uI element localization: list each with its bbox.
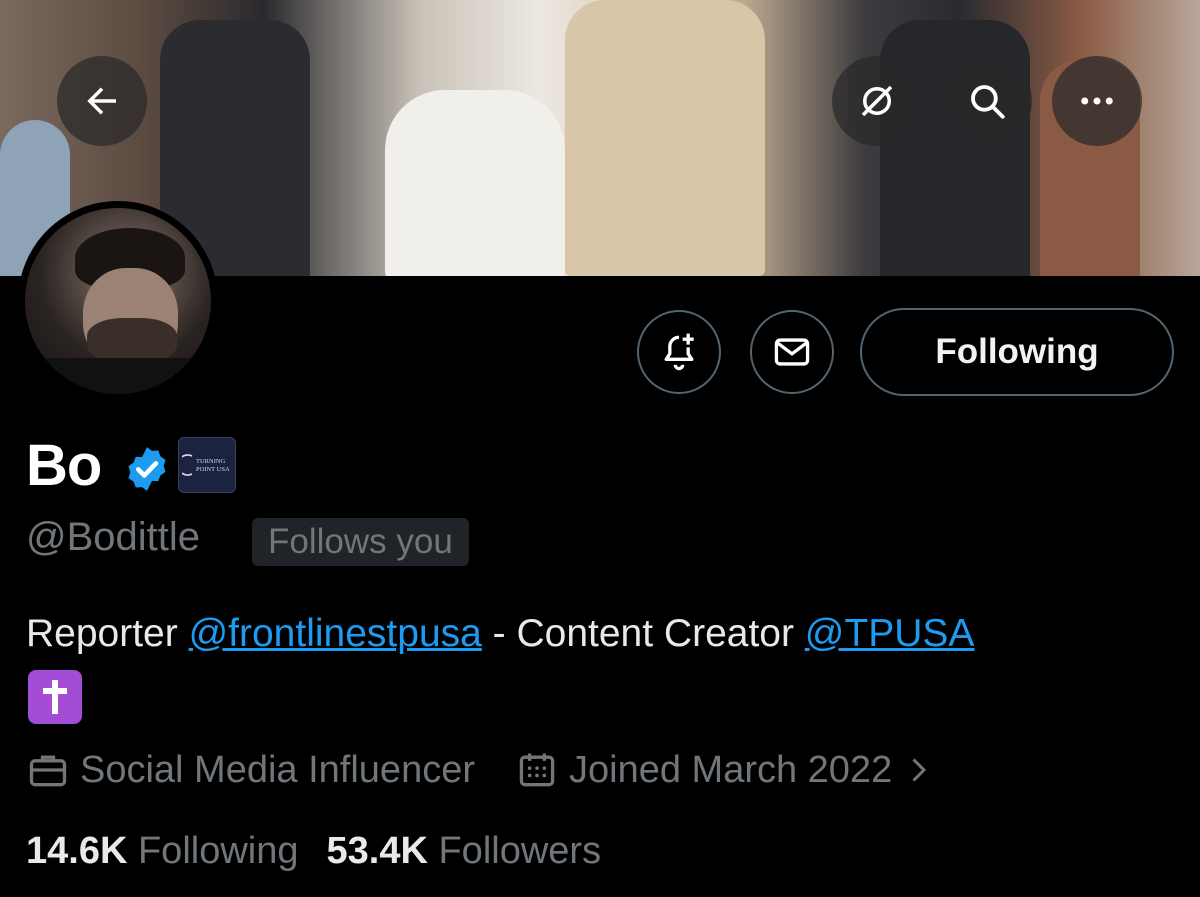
arrow-left-icon bbox=[87, 87, 116, 115]
category-item: Social Media Influencer bbox=[26, 748, 475, 792]
follow-stats: 14.6K Following 53.4K Followers bbox=[26, 830, 601, 873]
affiliation-badge[interactable]: TURNING POINT USA bbox=[178, 437, 236, 493]
following-count: 14.6K bbox=[26, 830, 128, 872]
verified-badge-icon[interactable] bbox=[122, 444, 172, 494]
more-button[interactable] bbox=[1052, 56, 1142, 146]
bio-link-frontlinestpusa[interactable]: @frontlinestpusa bbox=[189, 612, 482, 655]
avatar[interactable] bbox=[18, 201, 218, 401]
more-dots-icon bbox=[1081, 97, 1113, 105]
followers-label: Followers bbox=[438, 830, 602, 872]
calendar-icon bbox=[519, 753, 555, 787]
latin-cross-icon bbox=[43, 680, 67, 714]
bio-text: - Content Creator bbox=[481, 612, 805, 655]
grok-button[interactable] bbox=[832, 56, 922, 146]
svg-text:TURNING: TURNING bbox=[196, 458, 226, 465]
display-name: Bo bbox=[26, 433, 102, 498]
followers-stat[interactable]: 53.4K Followers bbox=[327, 830, 602, 873]
message-button[interactable] bbox=[750, 310, 834, 394]
back-button[interactable] bbox=[57, 56, 147, 146]
follows-you-badge: Follows you bbox=[252, 518, 469, 566]
grok-icon bbox=[861, 85, 893, 117]
chevron-right-icon bbox=[912, 758, 927, 782]
briefcase-icon bbox=[29, 755, 67, 787]
followers-count: 53.4K bbox=[326, 830, 428, 872]
search-icon bbox=[971, 85, 1005, 119]
joined-label: Joined March 2022 bbox=[569, 748, 893, 791]
profile-meta: Social Media Influencer Joined March 202… bbox=[26, 748, 936, 792]
following-stat[interactable]: 14.6K Following bbox=[26, 830, 299, 873]
banner-figure bbox=[880, 20, 1030, 276]
banner-figure bbox=[385, 90, 565, 276]
following-label: Following bbox=[137, 830, 299, 872]
notify-button[interactable] bbox=[637, 310, 721, 394]
bio-link-tpusa[interactable]: @TPUSA bbox=[805, 612, 975, 655]
category-label: Social Media Influencer bbox=[80, 748, 475, 791]
search-button[interactable] bbox=[942, 56, 1032, 146]
svg-text:POINT USA: POINT USA bbox=[196, 466, 230, 473]
following-button[interactable]: Following bbox=[860, 308, 1174, 396]
turning-point-logo: TURNING POINT USA bbox=[182, 454, 230, 476]
envelope-icon bbox=[774, 338, 810, 366]
bio-text: Reporter bbox=[26, 612, 189, 655]
joined-item[interactable]: Joined March 2022 bbox=[515, 748, 936, 792]
cross-emoji-icon bbox=[28, 670, 82, 724]
banner-figure bbox=[565, 0, 765, 276]
avatar-photo bbox=[25, 208, 211, 394]
bio: Reporter @frontlinestpusa - Content Crea… bbox=[26, 612, 974, 656]
bell-plus-icon bbox=[664, 333, 694, 371]
handle: @Bodittle bbox=[26, 515, 201, 559]
